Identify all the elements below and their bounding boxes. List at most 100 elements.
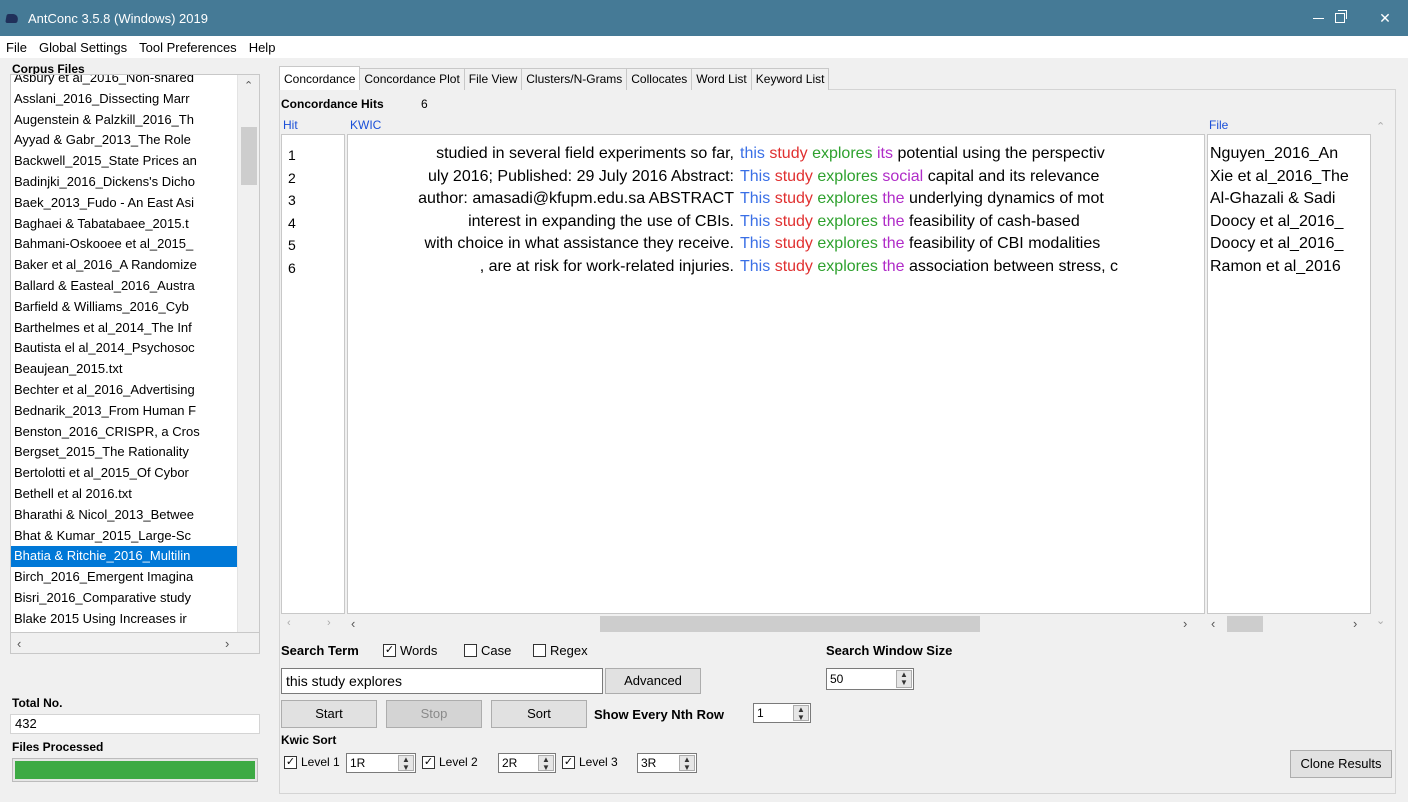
tab-file-view[interactable]: File View xyxy=(463,68,523,90)
results-scroll-up-icon[interactable]: ⌃ xyxy=(1376,120,1385,133)
tab-concordance[interactable]: Concordance xyxy=(279,66,361,90)
corpus-horizontal-scrollbar[interactable]: ‹ › xyxy=(10,632,260,654)
start-button[interactable]: Start xyxy=(281,700,377,728)
corpus-file-item[interactable]: Birch_2016_Emergent Imagina xyxy=(11,567,237,588)
level2-spinner-arrows-icon[interactable]: ▲ ▼ xyxy=(538,755,554,772)
spinner-arrows-icon[interactable]: ▲ ▼ xyxy=(896,670,912,688)
corpus-file-item[interactable]: Bednarik_2013_From Human F xyxy=(11,401,237,422)
file-name-cell[interactable]: Nguyen_2016_An xyxy=(1210,145,1338,163)
kwic-line[interactable]: This study explores the feasibility of c… xyxy=(740,213,1080,231)
file-horizontal-scrollbar[interactable]: ‹ › xyxy=(1207,614,1371,634)
corpus-file-item[interactable]: Badinjki_2016_Dickens's Dicho xyxy=(11,172,237,193)
corpus-file-item[interactable]: Bharathi & Nicol_2013_Betwee xyxy=(11,505,237,526)
menu-help[interactable]: Help xyxy=(249,40,276,55)
scroll-thumb[interactable] xyxy=(241,127,257,185)
kwic-line[interactable]: this study explores its potential using … xyxy=(740,145,1105,163)
corpus-file-item[interactable]: Baker et al_2016_A Randomize xyxy=(11,255,237,276)
scroll-right-icon[interactable]: › xyxy=(225,636,229,651)
menu-global-settings[interactable]: Global Settings xyxy=(39,40,127,55)
corpus-file-item[interactable]: Backwell_2015_State Prices an xyxy=(11,151,237,172)
file-name-cell[interactable]: Doocy et al_2016_ xyxy=(1210,213,1343,231)
corpus-file-item[interactable]: Ballard & Easteal_2016_Austra xyxy=(11,276,237,297)
corpus-file-item[interactable]: Bautista el al_2014_Psychosoc xyxy=(11,338,237,359)
level2-checkbox-box[interactable]: ✓ xyxy=(422,755,435,769)
kwic-horizontal-scrollbar[interactable]: ‹ › xyxy=(347,614,1205,634)
file-scroll-left-icon[interactable]: ‹ xyxy=(1211,616,1215,631)
scroll-up-icon[interactable]: ⌃ xyxy=(244,79,253,92)
corpus-file-item[interactable]: Bisri_2016_Comparative study xyxy=(11,588,237,609)
level3-spinner-arrows-icon[interactable]: ▲ ▼ xyxy=(679,755,695,772)
tab-collocates[interactable]: Collocates xyxy=(626,68,693,90)
level1-spinner-arrows-icon[interactable]: ▲ ▼ xyxy=(398,755,414,772)
hit-scroll-right-icon[interactable]: › xyxy=(327,617,331,629)
nth-row-spinner[interactable]: 1 ▲ ▼ xyxy=(753,703,811,723)
corpus-file-item[interactable]: Bahmani-Oskooee et al_2015_ xyxy=(11,234,237,255)
case-checkbox[interactable]: Case xyxy=(464,643,511,658)
words-checkbox-box[interactable]: ✓ xyxy=(383,644,396,657)
sort-button[interactable]: Sort xyxy=(491,700,587,728)
level3-spinner[interactable]: 3R ▲ ▼ xyxy=(637,753,697,773)
results-vertical-scrollbar[interactable]: ⌃ ⌄ xyxy=(1372,118,1392,634)
file-results-column[interactable]: Nguyen_2016_An Xie et al_2016_The Al-Ghaza… xyxy=(1207,134,1371,614)
hit-column-header[interactable]: Hit xyxy=(283,118,298,132)
level2-checkbox[interactable]: ✓ Level 2 xyxy=(422,755,478,769)
file-name-cell[interactable]: Al-Ghazali & Sadi xyxy=(1210,190,1335,208)
tab-keyword-list[interactable]: Keyword List xyxy=(750,68,830,90)
regex-checkbox[interactable]: Regex xyxy=(533,643,588,658)
menu-file[interactable]: File xyxy=(6,40,27,55)
stop-button[interactable]: Stop xyxy=(386,700,482,728)
maximize-button[interactable] xyxy=(1317,0,1363,36)
corpus-file-item[interactable]: Augenstein & Palzkill_2016_Th xyxy=(11,110,237,131)
file-scroll-thumb[interactable] xyxy=(1227,616,1263,632)
tab-clusters-ngrams[interactable]: Clusters/N-Grams xyxy=(521,68,628,90)
kwic-line[interactable]: This study explores the underlying dynam… xyxy=(740,190,1104,208)
corpus-file-item[interactable]: Asbury et al_2016_Non-shared xyxy=(11,75,237,89)
file-column-header[interactable]: File xyxy=(1209,118,1228,132)
results-scroll-down-icon[interactable]: ⌄ xyxy=(1376,614,1385,627)
level2-spinner[interactable]: 2R ▲ ▼ xyxy=(498,753,556,773)
corpus-file-item[interactable]: Beaujean_2015.txt xyxy=(11,359,237,380)
menu-tool-preferences[interactable]: Tool Preferences xyxy=(139,40,237,55)
corpus-file-item[interactable]: Benston_2016_CRISPR, a Cros xyxy=(11,422,237,443)
corpus-file-item[interactable]: Ayyad & Gabr_2013_The Role xyxy=(11,130,237,151)
corpus-file-item[interactable]: Blake 2015 Using Increases ir xyxy=(11,609,237,630)
file-scroll-right-icon[interactable]: › xyxy=(1353,616,1357,631)
kwic-scroll-left-icon[interactable]: ‹ xyxy=(351,616,355,631)
words-checkbox[interactable]: ✓ Words xyxy=(383,643,437,658)
corpus-file-item[interactable]: Bhat & Kumar_2015_Large-Sc xyxy=(11,526,237,547)
kwic-line[interactable]: This study explores the feasibility of C… xyxy=(740,235,1100,253)
hit-scroll-left-icon[interactable]: ‹ xyxy=(287,617,291,629)
corpus-file-item[interactable]: Barfield & Williams_2016_Cyb xyxy=(11,297,237,318)
regex-checkbox-box[interactable] xyxy=(533,644,546,657)
level1-checkbox-box[interactable]: ✓ xyxy=(284,755,297,769)
close-button[interactable]: ✕ xyxy=(1362,0,1408,36)
kwic-results[interactable]: studied in several field experiments so … xyxy=(347,134,1205,614)
kwic-column-header[interactable]: KWIC xyxy=(350,118,381,132)
hit-horizontal-scrollbar[interactable]: ‹ › xyxy=(281,614,345,634)
level3-checkbox[interactable]: ✓ Level 3 xyxy=(562,755,618,769)
corpus-file-item[interactable]: Barthelmes et al_2014_The Inf xyxy=(11,318,237,339)
level1-spinner[interactable]: 1R ▲ ▼ xyxy=(346,753,416,773)
kwic-line[interactable]: This study explores the association betw… xyxy=(740,258,1118,276)
kwic-scroll-thumb[interactable] xyxy=(600,616,980,632)
corpus-file-item[interactable]: Asslani_2016_Dissecting Marr xyxy=(11,89,237,110)
corpus-file-item[interactable]: Bechter et al_2016_Advertising xyxy=(11,380,237,401)
corpus-file-item[interactable]: Bertolotti et al_2015_Of Cybor xyxy=(11,463,237,484)
case-checkbox-box[interactable] xyxy=(464,644,477,657)
advanced-button[interactable]: Advanced xyxy=(605,668,701,694)
corpus-file-list[interactable]: Asbury et al_2016_Non-shared Asslani_2016… xyxy=(10,74,260,654)
tab-concordance-plot[interactable]: Concordance Plot xyxy=(359,68,465,90)
kwic-line[interactable]: This study explores social capital and i… xyxy=(740,168,1099,186)
corpus-file-item[interactable]: Baghaei & Tabatabaee_2015.t xyxy=(11,214,237,235)
search-term-input[interactable]: this study explores xyxy=(281,668,603,694)
corpus-file-item[interactable]: Bethell et al 2016.txt xyxy=(11,484,237,505)
search-window-size-spinner[interactable]: 50 ▲ ▼ xyxy=(826,668,914,690)
corpus-file-item[interactable]: Baek_2013_Fudo - An East Asi xyxy=(11,193,237,214)
level3-checkbox-box[interactable]: ✓ xyxy=(562,755,575,769)
level1-checkbox[interactable]: ✓ Level 1 xyxy=(284,755,340,769)
file-name-cell[interactable]: Doocy et al_2016_ xyxy=(1210,235,1343,253)
file-name-cell[interactable]: Ramon et al_2016 xyxy=(1210,258,1341,276)
file-name-cell[interactable]: Xie et al_2016_The xyxy=(1210,168,1349,186)
corpus-file-item[interactable]: Bhatia & Ritchie_2016_Multilin xyxy=(11,546,237,568)
scroll-left-icon[interactable]: ‹ xyxy=(17,636,21,651)
